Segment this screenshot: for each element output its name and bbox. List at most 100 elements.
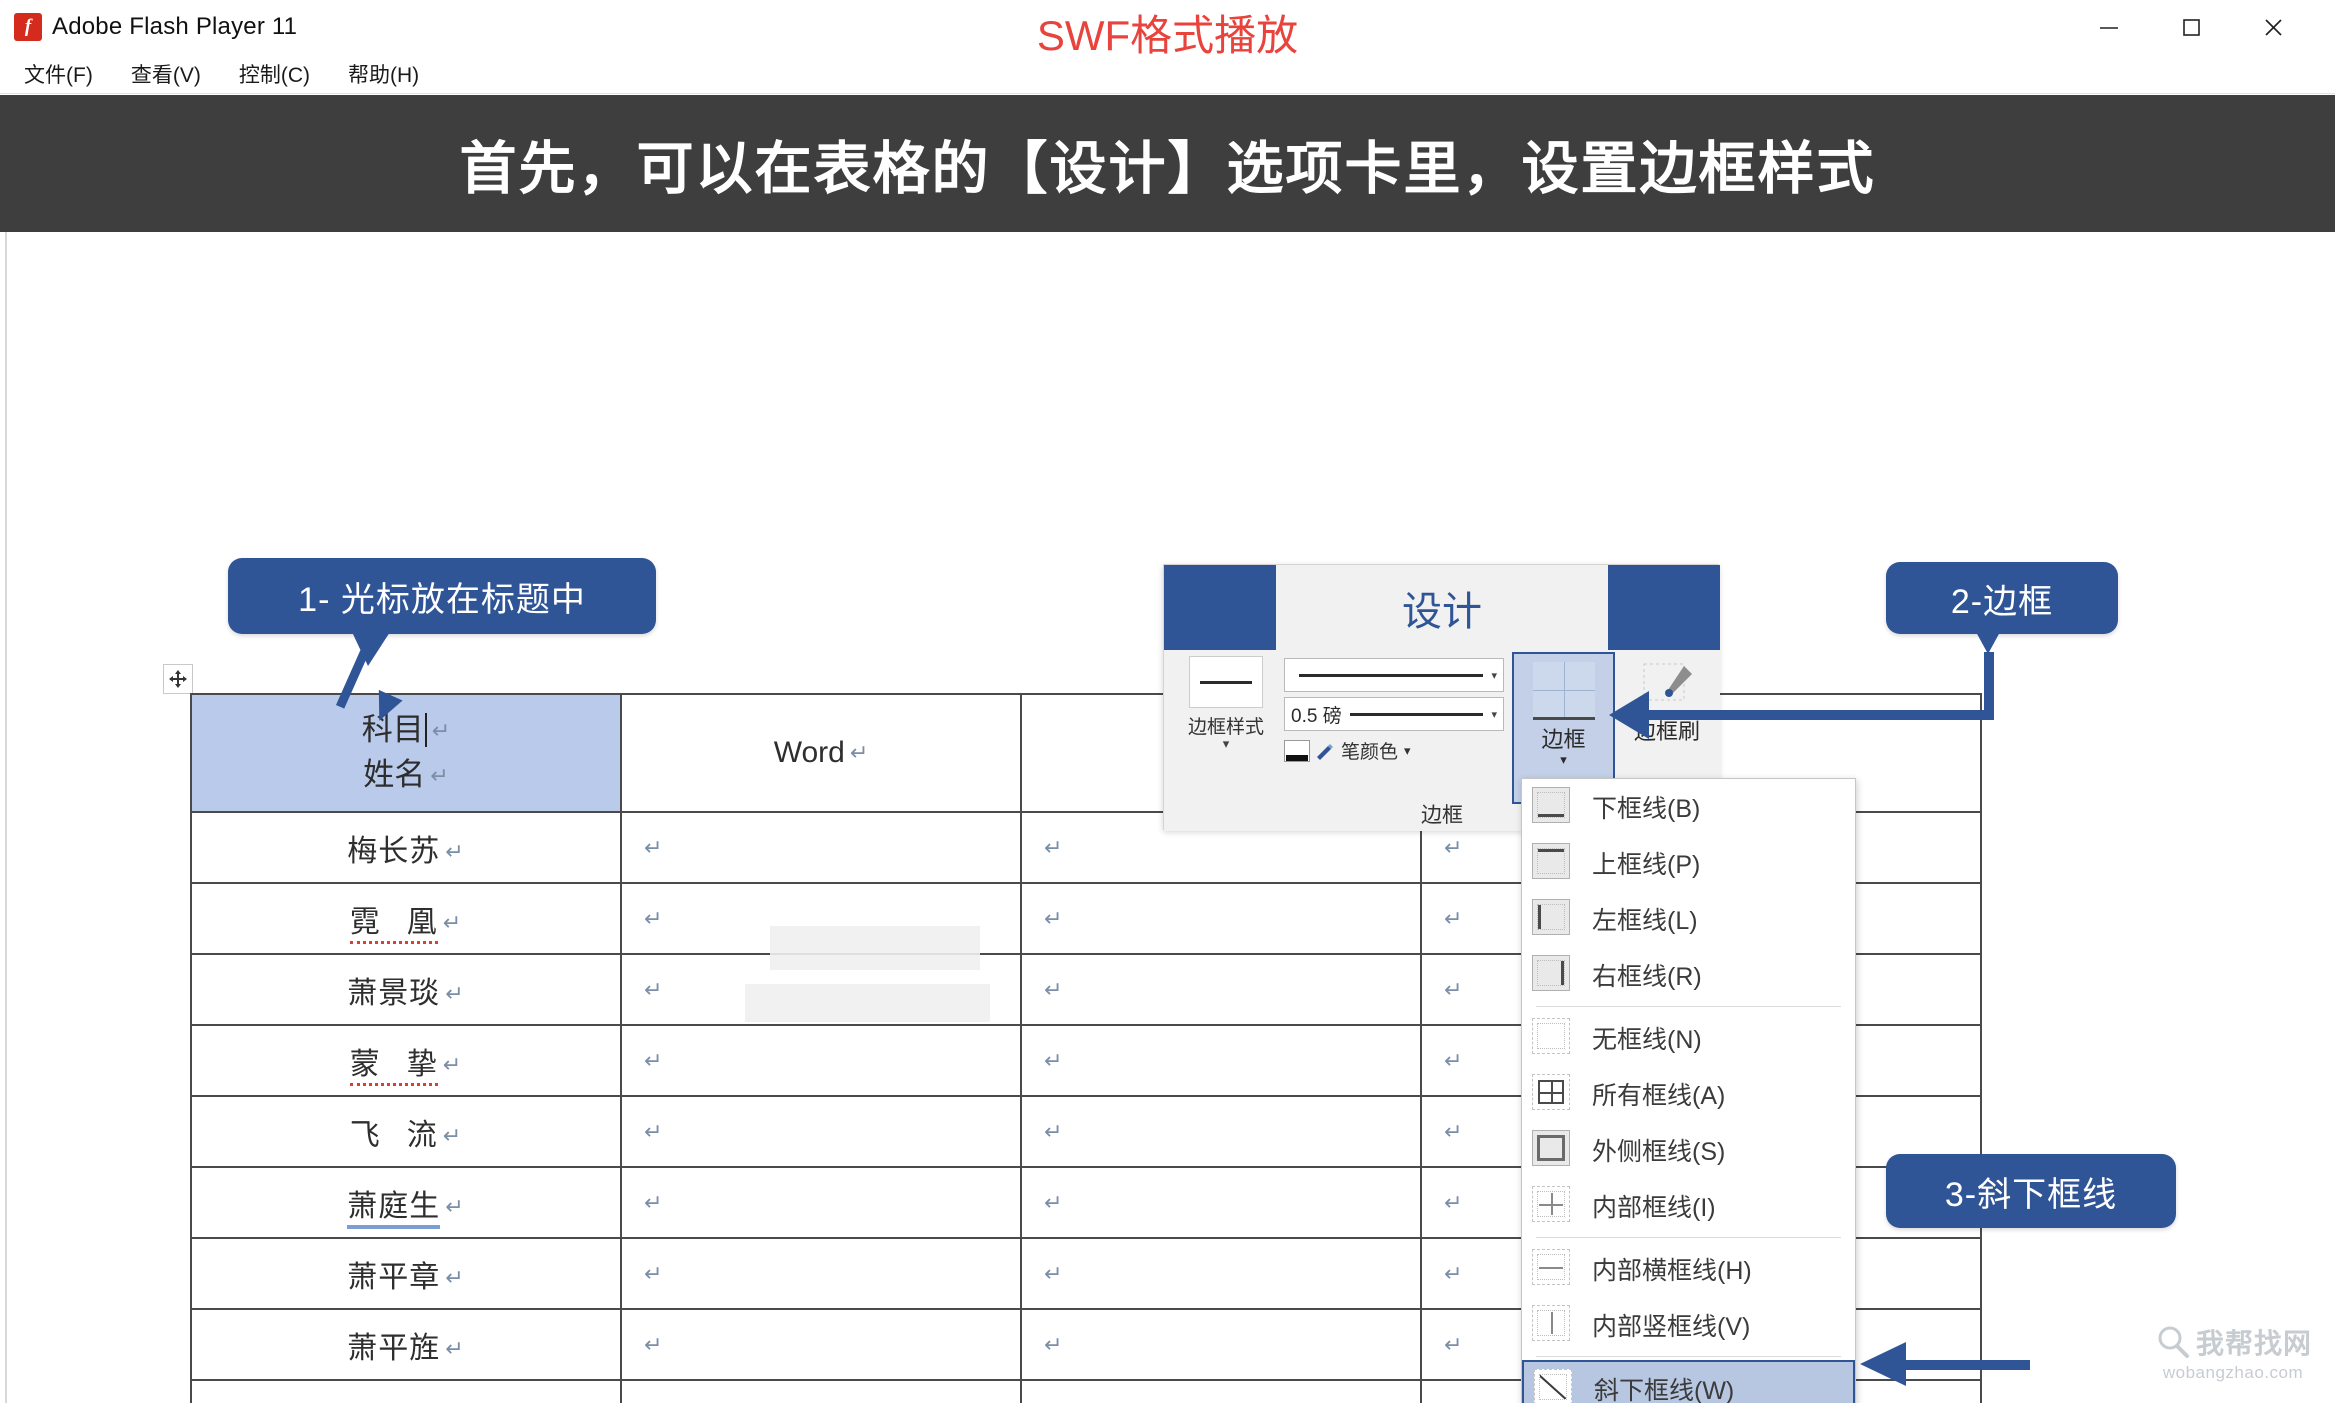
pen-weight-combobox[interactable]: 0.5 磅 ▾ [1284, 697, 1504, 731]
border-style-swatch-icon [1189, 656, 1263, 708]
document-canvas: 科目↵姓名↵Word↵PP↵↵梅长苏↵↵↵↵霓凰↵↵↵↵萧景琰↵↵↵↵蒙挚↵↵↵… [0, 232, 2335, 1403]
table-cell-empty[interactable]: ↵ [620, 1095, 1022, 1168]
flash-player-logo-icon: f [14, 13, 42, 41]
callout-3-arrow-head-icon [1860, 1342, 1906, 1386]
paragraph-mark-icon: ↵ [644, 834, 663, 860]
chevron-down-icon[interactable]: ▾ [1491, 708, 1497, 721]
chevron-down-icon[interactable]: ▾ [1404, 743, 1411, 759]
pen-color-label: 笔颜色 [1341, 742, 1399, 763]
table-cell-empty[interactable]: ↵ [1020, 953, 1422, 1026]
tab-design[interactable]: 设计 [1276, 565, 1608, 650]
menu-item-border-inside-horizontal[interactable]: 内部横框线(H) [1522, 1241, 1855, 1297]
menu-item-label: 所有框线(A) [1592, 1082, 1726, 1110]
pencil-icon [1317, 743, 1333, 760]
paragraph-mark-icon: ↵ [644, 976, 663, 1002]
table-header-cell[interactable]: Word ↵ [620, 693, 1022, 813]
table-header-label: Word [773, 736, 845, 769]
student-name: 萧庭生 [347, 1189, 441, 1229]
menu-item-border-right[interactable]: 右框线(R) [1522, 947, 1855, 1003]
menu-item-file[interactable]: 文件(F) [20, 57, 97, 91]
headline-text: 首先，可以在表格的【设计】选项卡里，设置边框样式 [459, 136, 1876, 201]
border-inside-icon [1532, 1186, 1576, 1226]
table-cell-empty[interactable]: ↵ [620, 882, 1022, 955]
menu-item-help[interactable]: 帮助(H) [344, 57, 423, 91]
menu-item-border-all[interactable]: 所有框线(A) [1522, 1066, 1855, 1122]
border-bottom-icon [1532, 787, 1576, 827]
border-outside-icon [1532, 1130, 1576, 1170]
borders-dropdown-menu[interactable]: 下框线(B) 上框线(P) 左框线(L) 右框线(R) 无框线(N) 所有框线(A) 外侧框… [1521, 778, 1856, 1403]
table-cell-name[interactable]: 萧平旌 ↵ [190, 1308, 622, 1381]
menu-item-border-diagonal-down[interactable]: 斜下框线(W) [1522, 1360, 1855, 1403]
callout-2-arrow-horizontal [1645, 710, 1994, 720]
menu-item-label: 内部框线(I) [1592, 1194, 1716, 1222]
menu-item-control[interactable]: 控制(C) [235, 57, 314, 91]
table-cell-empty[interactable]: ↵ [620, 1379, 1022, 1403]
borders-icon [1532, 662, 1595, 720]
table-cell-name[interactable]: 飞流 ↵ [190, 1095, 622, 1168]
menu-item-view[interactable]: 查看(V) [127, 57, 205, 91]
table-cell-empty[interactable]: ↵ [620, 1166, 1022, 1239]
table-header-corner-cell[interactable]: 科目 ↵ 姓名 ↵ [190, 693, 622, 813]
table-cell-empty[interactable]: ↵ [620, 811, 1022, 884]
table-cell-name[interactable]: 蒙挚 ↵ [190, 1024, 622, 1097]
maximize-button[interactable] [2153, 0, 2229, 54]
table-cell-name[interactable]: 霓凰 ↵ [190, 882, 622, 955]
window-titlebar: f Adobe Flash Player 11 SWF格式播放 [0, 0, 2335, 59]
paragraph-mark-icon: ↵ [644, 905, 663, 931]
pen-color-chip-icon [1284, 739, 1310, 762]
border-style-label: 边框样式 [1187, 717, 1264, 738]
pen-style-combobox[interactable]: ▾ [1284, 658, 1504, 692]
table-cell-name[interactable]: 蒙浅雪↵ [190, 1379, 622, 1403]
paragraph-mark-icon: ↵ [1044, 976, 1063, 1002]
borders-button-label: 边框 [1541, 727, 1586, 752]
student-name: 萧平章 [347, 1260, 441, 1294]
student-name: 飞流 [349, 1118, 438, 1152]
menu-item-border-bottom[interactable]: 下框线(B) [1522, 779, 1855, 835]
menu-item-border-outside[interactable]: 外侧框线(S) [1522, 1122, 1855, 1178]
menu-item-border-none[interactable]: 无框线(N) [1522, 1010, 1855, 1066]
table-cell-empty[interactable]: ↵ [1020, 1166, 1422, 1239]
menu-separator [1536, 1356, 1841, 1357]
paragraph-mark-icon: ↵ [1044, 834, 1063, 860]
close-button[interactable] [2235, 0, 2311, 54]
border-top-icon [1532, 843, 1576, 883]
table-cell-empty[interactable]: ↵ [1020, 1237, 1422, 1310]
paragraph-mark-icon: ↵ [644, 1331, 663, 1357]
table-cell-empty[interactable]: ↵ [1020, 1095, 1422, 1168]
minimize-button[interactable] [2071, 0, 2147, 54]
window-title: Adobe Flash Player 11 [52, 13, 298, 40]
menu-item-border-left[interactable]: 左框线(L) [1522, 891, 1855, 947]
border-inside-vertical-icon [1532, 1305, 1576, 1345]
menu-item-border-inside[interactable]: 内部框线(I) [1522, 1178, 1855, 1234]
table-cell-empty[interactable]: ↵ [620, 1024, 1022, 1097]
chevron-down-icon[interactable]: ▾ [1491, 669, 1497, 682]
border-style-gallery[interactable]: 边框样式 ▾ [1172, 656, 1280, 750]
menu-item-border-inside-vertical[interactable]: 内部竖框线(V) [1522, 1297, 1855, 1353]
table-cell-name[interactable]: 萧平章 ↵ [190, 1237, 622, 1310]
table-cell-name[interactable]: 梅长苏 ↵ [190, 811, 622, 884]
table-cell-empty[interactable]: ↵ [1020, 1379, 1422, 1403]
paragraph-mark-icon: ↵ [1044, 1260, 1063, 1286]
paragraph-mark-icon: ↵ [644, 1118, 663, 1144]
pen-settings-group: ▾ 0.5 磅 ▾ 笔颜色 ▾ [1284, 658, 1504, 764]
chevron-down-icon[interactable]: ▾ [1514, 753, 1613, 766]
table-cell-empty[interactable]: ↵ [1020, 1024, 1422, 1097]
corner-line-name: 姓名 ↵ [363, 757, 449, 792]
table-move-handle-icon[interactable] [163, 664, 193, 694]
table-cell-empty[interactable]: ↵ [1020, 882, 1422, 955]
student-name: 霓凰 [349, 905, 438, 944]
chevron-down-icon[interactable]: ▾ [1172, 737, 1280, 750]
table-cell-name[interactable]: 萧景琰 ↵ [190, 953, 622, 1026]
callout-2-arrow-head-icon [1609, 691, 1649, 739]
table-cell-empty[interactable]: ↵ [1020, 1308, 1422, 1381]
table-cell-empty[interactable]: ↵ [620, 1237, 1022, 1310]
table-cell-empty[interactable]: ↵ [620, 1308, 1022, 1381]
menu-item-border-top[interactable]: 上框线(P) [1522, 835, 1855, 891]
magnifier-icon [2158, 1326, 2189, 1358]
table-cell-empty[interactable]: ↵ [620, 953, 1022, 1026]
table-cell-name[interactable]: 萧庭生 ↵ [190, 1166, 622, 1239]
pen-color-button[interactable]: 笔颜色 ▾ [1284, 737, 1504, 764]
page-margin-rule [5, 232, 7, 1403]
watermark-url-text: wobangzhao.com [2162, 1362, 2304, 1382]
menu-item-label: 斜下框线(W) [1594, 1377, 1735, 1403]
